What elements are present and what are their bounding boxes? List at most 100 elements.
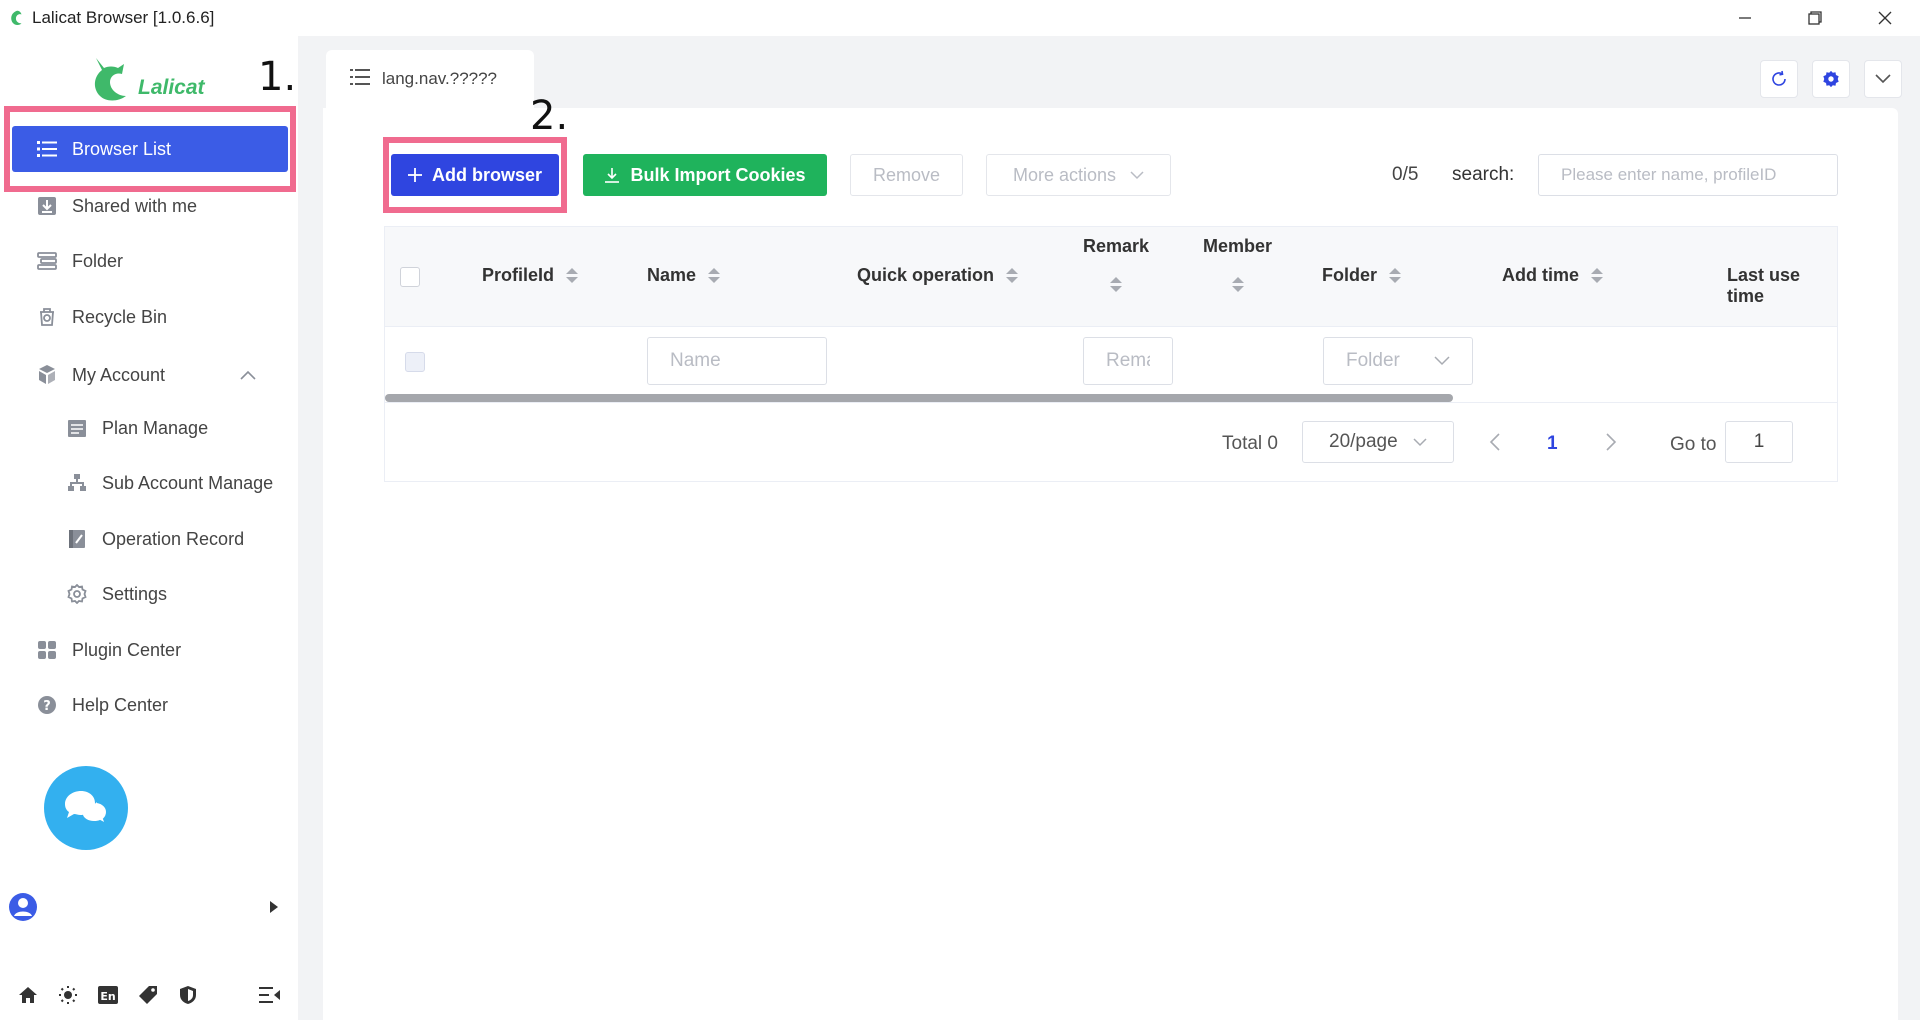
sidebar-item-help-center[interactable]: ? Help Center [12,682,288,728]
table-divider [385,402,1837,403]
column-header-member[interactable]: Member [1203,236,1272,292]
refresh-button[interactable] [1760,60,1798,98]
sort-icon[interactable] [1231,277,1244,292]
sort-icon[interactable] [1591,268,1604,283]
name-filter-input[interactable] [647,337,827,385]
sidebar-item-label: Help Center [72,694,169,715]
annotation-step-2: 2. [530,93,569,139]
column-header-profile-id[interactable]: ProfileId [482,265,579,286]
sort-icon[interactable] [566,268,579,283]
next-page-icon[interactable] [1605,433,1617,451]
sidebar-item-browser-list[interactable]: Browser List [12,126,288,172]
home-icon[interactable] [8,980,48,1010]
remove-button[interactable]: Remove [850,154,963,196]
column-header-remark[interactable]: Remark [1083,236,1149,292]
language-icon[interactable]: En [88,980,128,1010]
close-icon[interactable] [1850,0,1920,36]
account-icon [36,364,58,386]
sidebar-item-shared-with-me[interactable]: Shared with me [12,183,288,229]
page-size-select[interactable]: 20/page [1302,421,1454,463]
page-size-value: 20/page [1329,431,1398,452]
minimize-icon[interactable] [1710,0,1780,36]
add-browser-label: Add browser [431,164,542,185]
add-browser-button[interactable]: Add browser [391,154,559,196]
column-header-last-use-time[interactable]: Last use time [1727,265,1837,307]
sidebar-item-plan-manage[interactable]: Plan Manage [12,405,288,451]
chevron-down-icon [1130,170,1144,179]
pagination-total: Total 0 [1222,433,1278,454]
more-actions-button[interactable]: More actions [986,154,1171,196]
sidebar-item-label: Operation Record [102,528,245,549]
sidebar-item-label: Settings [102,583,168,604]
chevron-down-icon [1875,74,1891,84]
tag-icon[interactable] [128,980,168,1010]
sidebar-item-recycle-bin[interactable]: Recycle Bin [12,294,288,340]
download-icon [36,195,58,217]
brand-logo: Lalicat [88,50,205,104]
chevron-up-icon[interactable] [240,370,256,380]
title-bar: Lalicat Browser [1.0.6.6] [0,0,1920,36]
bulk-import-cookies-button[interactable]: Bulk Import Cookies [583,154,827,196]
sun-icon[interactable] [48,980,88,1010]
sort-icon[interactable] [1110,277,1123,292]
sidebar-item-operation-record[interactable]: Operation Record [12,516,288,562]
gear-icon [66,583,88,605]
sidebar-item-label: Browser List [72,138,172,159]
app-logo-icon [11,10,22,26]
more-actions-label: More actions [1012,164,1117,185]
chat-support-button[interactable] [44,766,128,850]
current-page[interactable]: 1 [1547,433,1558,455]
remark-filter-input[interactable] [1083,337,1173,385]
sidebar-item-label: Plugin Center [72,639,182,660]
column-header-quick-operation[interactable]: Quick operation [857,265,1019,286]
app-title: Lalicat Browser [1.0.6.6] [32,8,215,27]
list-icon [350,68,370,91]
sidebar-item-settings[interactable]: Settings [12,571,288,617]
goto-page-input[interactable] [1725,421,1793,463]
sidebar-item-label: Recycle Bin [72,306,168,327]
dropdown-button[interactable] [1864,60,1902,98]
sidebar-item-folder[interactable]: Folder [12,238,288,284]
sidebar-item-my-account[interactable]: My Account [12,352,288,398]
refresh-icon [1772,70,1786,86]
annotation-step-1: 1. [258,54,297,100]
folder-filter-placeholder: Folder [1346,350,1400,371]
sort-icon[interactable] [1389,268,1402,283]
restore-icon[interactable] [1780,0,1850,36]
chevron-down-icon [1413,437,1427,446]
column-header-folder[interactable]: Folder [1322,265,1402,286]
sort-icon[interactable] [708,268,721,283]
chat-icon [65,791,109,827]
gear-icon [1823,70,1839,88]
horizontal-scrollbar[interactable] [385,394,1453,402]
record-icon [66,528,88,550]
sidebar-item-plugin-center[interactable]: Plugin Center [12,627,288,673]
sort-icon[interactable] [1006,268,1019,283]
collapse-menu-icon[interactable] [250,980,290,1010]
download-icon [604,167,620,183]
select-all-checkbox[interactable] [400,267,420,287]
tab-label: lang.nav.????? [382,69,498,88]
profile-count: 0/5 [1392,164,1419,185]
cat-logo-icon [94,58,126,101]
search-input[interactable] [1538,154,1838,196]
sidebar-item-label: Plan Manage [102,417,209,438]
plan-icon [66,417,88,439]
bulk-import-label: Bulk Import Cookies [630,164,806,185]
sidebar-item-label: Folder [72,250,124,271]
user-avatar-icon[interactable] [8,892,38,922]
column-header-name[interactable]: Name [647,265,721,286]
tab-browser-list[interactable]: lang.nav.????? [326,50,534,108]
folder-filter-select[interactable]: Folder [1323,337,1473,385]
browser-table: ProfileId Name Quick operation Remark Me… [384,226,1838,482]
search-label: search: [1452,164,1515,185]
shield-icon[interactable] [168,980,208,1010]
svg-text:?: ? [43,699,51,714]
sidebar-item-label: My Account [72,364,166,385]
settings-button[interactable] [1812,60,1850,98]
org-icon [66,472,88,494]
prev-page-icon[interactable] [1489,433,1501,451]
column-header-add-time[interactable]: Add time [1502,265,1604,286]
sidebar-item-sub-account-manage[interactable]: Sub Account Manage [12,460,288,506]
caret-right-icon[interactable] [268,900,280,914]
